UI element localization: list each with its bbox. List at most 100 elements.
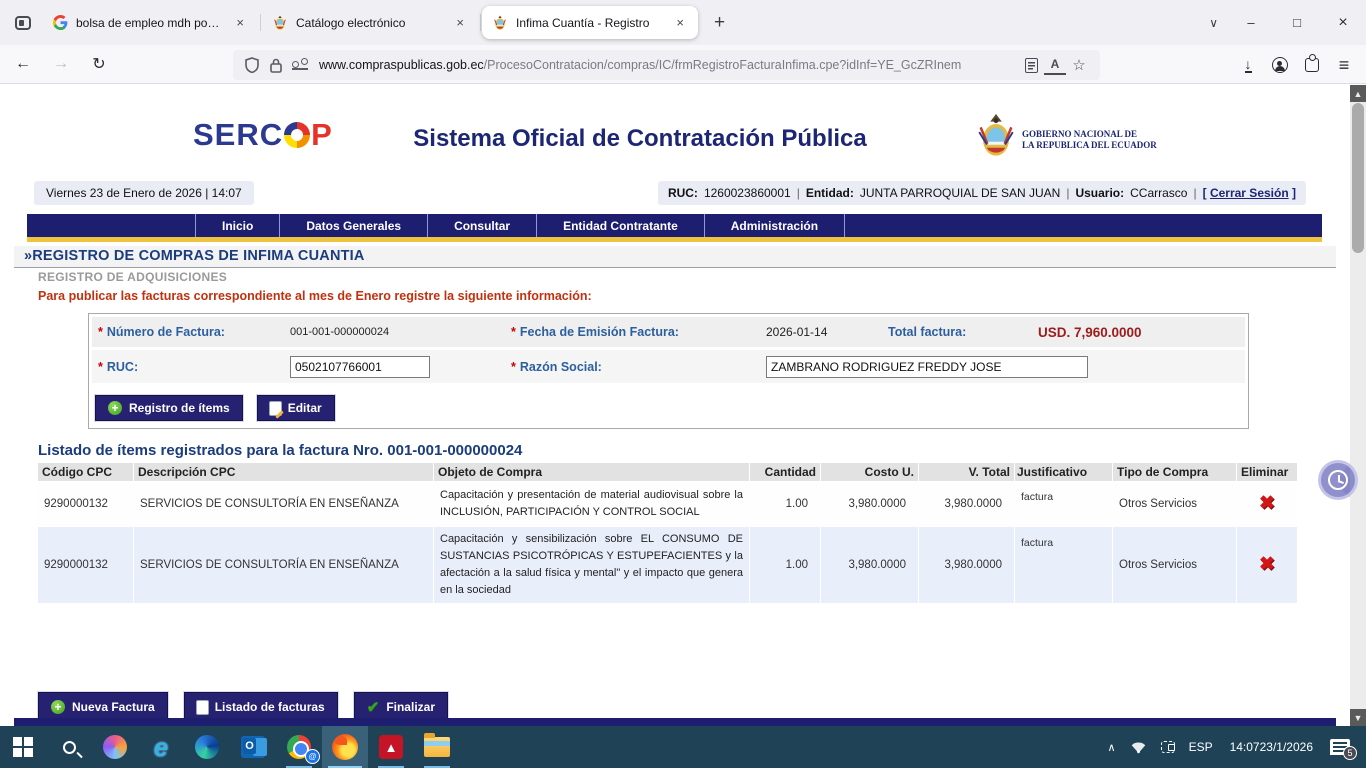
taskbar-edge-icon[interactable]	[184, 726, 230, 768]
form-row-1: * Número de Factura: 001-001-000000024 *…	[92, 317, 1245, 347]
url-bar[interactable]: www.compraspublicas.gob.ec/ProcesoContra…	[233, 50, 1100, 80]
outlook-icon	[241, 736, 265, 758]
logout-text: Cerrar Sesión	[1210, 186, 1289, 200]
menu-hamburger-icon[interactable]: ≡	[1328, 50, 1360, 80]
taskbar-date: 23/1/2026	[1260, 740, 1313, 755]
close-window-button[interactable]: ×	[1320, 0, 1366, 45]
close-tab-icon[interactable]: ×	[672, 13, 688, 32]
form-row-2: * RUC: * Razón Social:	[92, 350, 1245, 383]
capture-widget[interactable]	[1318, 460, 1358, 500]
url-domain: www.compraspublicas.gob.ec	[319, 58, 484, 72]
header-descripcion-cpc: Descripción CPC	[134, 463, 433, 481]
window-controls: – □ ×	[1228, 0, 1366, 45]
ecuador-crest-favicon-icon	[272, 15, 288, 31]
extensions-icon[interactable]	[1296, 50, 1328, 80]
government-caption: GOBIERNO NACIONAL DE LA REPUBLICA DEL EC…	[1022, 129, 1157, 151]
delete-item-button[interactable]: ✖	[1237, 527, 1297, 603]
maximize-button[interactable]: □	[1274, 0, 1320, 45]
search-icon	[63, 741, 76, 754]
company-field-label: Razón Social:	[520, 360, 602, 374]
account-icon[interactable]	[1264, 50, 1296, 80]
close-tab-icon[interactable]: ×	[452, 13, 468, 32]
downloads-icon[interactable]: ↓	[1232, 50, 1264, 80]
page-instruction: Para publicar las facturas correspondien…	[38, 289, 592, 303]
taskbar-chrome-icon[interactable]: @	[276, 726, 322, 768]
company-label-cell: * Razón Social:	[505, 360, 766, 374]
register-items-button[interactable]: + Registro de ítems	[95, 395, 243, 421]
total-value: USD. 7,960.0000	[1038, 325, 1142, 340]
taskbar-outlook-icon[interactable]	[230, 726, 276, 768]
user-value: CCarrasco	[1130, 186, 1187, 200]
tab-infima-cuantia-active[interactable]: Infima Cuantía - Registro ×	[482, 6, 698, 39]
separator: |	[1066, 186, 1069, 200]
cell-codigo: 9290000132	[38, 527, 133, 603]
ruc-input[interactable]	[290, 356, 430, 378]
cell-costo-u: 3,980.0000	[821, 483, 918, 525]
lock-icon[interactable]	[265, 55, 287, 75]
delete-item-button[interactable]: ✖	[1237, 483, 1297, 525]
firefox-view-icon[interactable]	[8, 8, 38, 38]
translate-icon[interactable]: A	[1044, 55, 1066, 75]
close-tab-icon[interactable]: ×	[232, 13, 248, 32]
nav-item-entidad-contratante[interactable]: Entidad Contratante	[536, 214, 704, 237]
taskbar-acrobat-icon[interactable]: ▲	[368, 726, 414, 768]
wifi-icon[interactable]	[1123, 726, 1154, 768]
start-button[interactable]	[0, 726, 46, 768]
minimize-button[interactable]: –	[1228, 0, 1274, 45]
edit-button[interactable]: Editar	[257, 395, 335, 421]
company-input[interactable]	[766, 356, 1088, 378]
invoice-number-value: 001-001-000000024	[290, 326, 505, 338]
vertical-scrollbar[interactable]: ▲ ▼	[1350, 85, 1366, 726]
issue-date-label-cell: * Fecha de Emisión Factura:	[505, 325, 766, 339]
forward-button[interactable]: →	[46, 50, 76, 78]
taskbar-clock[interactable]: 14:07 23/1/2026	[1220, 726, 1323, 768]
taskbar-file-explorer-icon[interactable]	[414, 726, 460, 768]
taskbar-firefox-icon[interactable]	[322, 726, 368, 768]
tab-catalogo[interactable]: Catálogo electrónico ×	[262, 6, 478, 39]
scroll-up-arrow[interactable]: ▲	[1350, 85, 1366, 102]
nav-item-inicio[interactable]: Inicio	[195, 214, 279, 237]
new-tab-button[interactable]: +	[704, 10, 735, 36]
screen-capture-tray-icon[interactable]	[1154, 726, 1182, 768]
invoice-form: * Número de Factura: 001-001-000000024 *…	[88, 313, 1249, 429]
notification-center-icon[interactable]: 5	[1323, 726, 1366, 768]
language-indicator[interactable]: ESP	[1182, 726, 1220, 768]
browser-toolbar: ← → ↻ www.compraspublicas.gob.ec/Proceso…	[0, 45, 1366, 84]
header-eliminar: Eliminar	[1237, 463, 1297, 481]
nav-item-datos-generales[interactable]: Datos Generales	[279, 214, 427, 237]
tray-expand-icon[interactable]: ∧	[1101, 726, 1123, 768]
ruc-input-cell	[290, 356, 505, 378]
shield-icon[interactable]	[241, 55, 263, 75]
tab-bolsa-empleo[interactable]: bolsa de empleo mdh postular ×	[42, 6, 258, 39]
reader-mode-icon[interactable]	[1020, 55, 1042, 75]
taskbar-copilot-icon[interactable]	[92, 726, 138, 768]
invoice-number-label: Número de Factura:	[107, 325, 225, 339]
nav-item-administracion[interactable]: Administración	[704, 214, 845, 237]
header-cantidad: Cantidad	[750, 463, 820, 481]
scroll-down-arrow[interactable]: ▼	[1350, 709, 1366, 726]
taskbar-search-icon[interactable]	[46, 726, 92, 768]
check-icon: ✔	[367, 698, 380, 716]
permissions-glyph	[292, 60, 308, 70]
cell-codigo: 9290000132	[38, 483, 133, 525]
logout-link[interactable]: [ Cerrar Sesión ]	[1203, 186, 1296, 200]
delete-x-icon: ✖	[1259, 556, 1275, 574]
notification-glyph: 5	[1330, 739, 1350, 755]
url-text[interactable]: www.compraspublicas.gob.ec/ProcesoContra…	[319, 58, 1020, 72]
bookmark-star-icon[interactable]: ☆	[1068, 55, 1090, 75]
list-all-tabs-icon[interactable]: ∨	[1199, 12, 1228, 34]
chrome-profile-badge: @	[305, 749, 320, 764]
permissions-icon[interactable]	[289, 55, 311, 75]
taskbar-internet-explorer-icon[interactable]: e	[138, 726, 184, 768]
invoice-list-label: Listado de facturas	[215, 700, 325, 714]
cell-v-total: 3,980.0000	[919, 527, 1014, 603]
windows-logo-icon	[13, 737, 33, 757]
reload-button[interactable]: ↻	[84, 50, 114, 78]
clock-icon	[1328, 470, 1348, 490]
back-button[interactable]: ←	[8, 50, 38, 78]
reader-glyph	[1025, 58, 1038, 73]
page-viewport: SERC P Sistema Oficial de Contratación P…	[0, 85, 1366, 726]
scrollbar-thumb[interactable]	[1352, 103, 1364, 253]
plus-icon: +	[51, 700, 65, 714]
nav-item-consultar[interactable]: Consultar	[427, 214, 536, 237]
